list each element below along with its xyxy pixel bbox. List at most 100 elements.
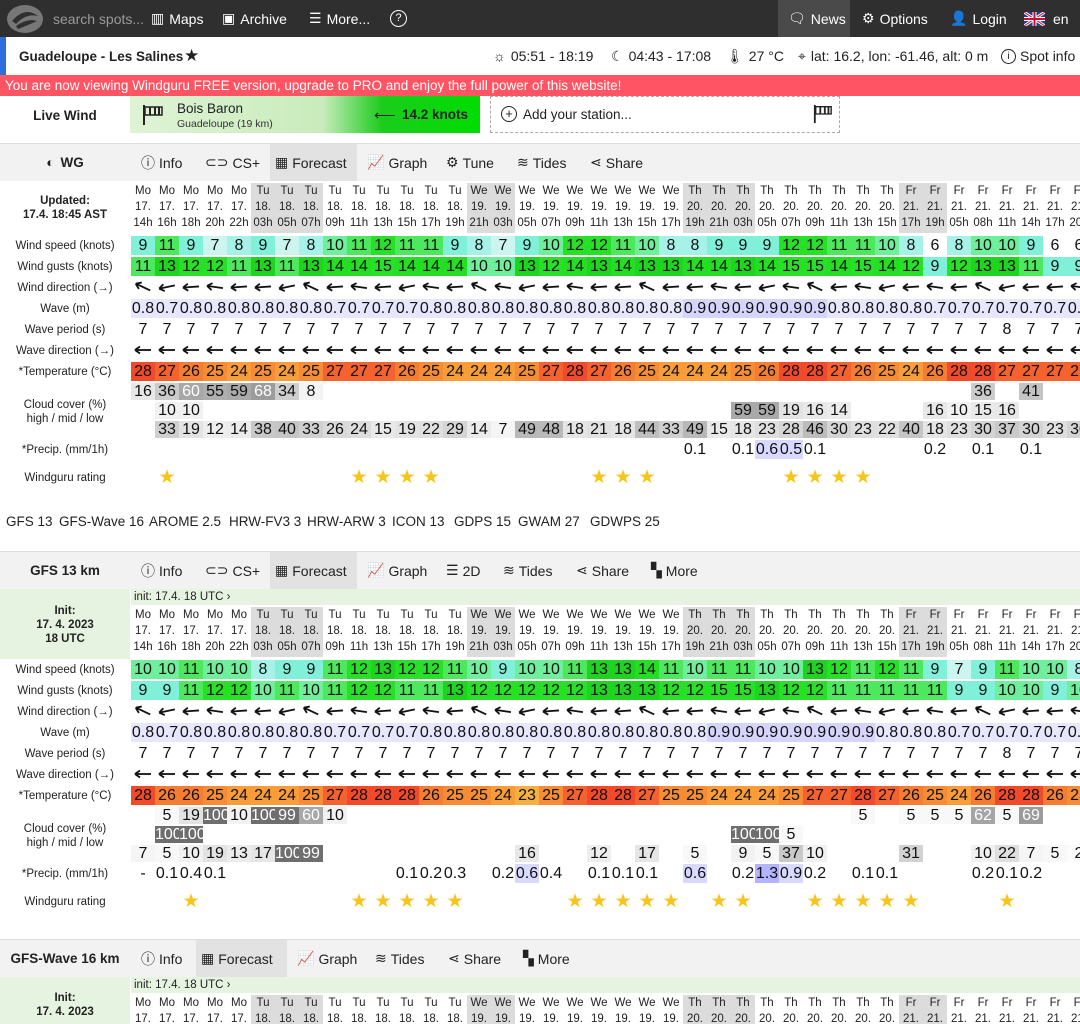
wind-gust-cell: 9 — [155, 681, 179, 700]
model-link-gdwps[interactable]: GDWPS 25 — [590, 514, 660, 529]
tab-label: Tides — [532, 154, 567, 171]
model-link-gwam[interactable]: GWAM 27 — [518, 514, 580, 529]
wave-period-cell: 7 — [563, 320, 587, 339]
wind-direction-arrow — [539, 701, 563, 721]
tab-share[interactable]: ⋖ Share — [585, 144, 648, 181]
tab-forecast[interactable]: ▦ Forecast — [270, 552, 357, 589]
live-station-card[interactable]: Bois Baron Guadeloupe (19 km) ⟵ 14.2 kno… — [130, 96, 480, 133]
tab-info[interactable]: ⓘ Info — [136, 552, 187, 589]
tab-info[interactable]: ⓘ Info — [136, 144, 187, 181]
time-column-header: Fr 21. 05h — [949, 609, 969, 653]
tab-graph[interactable]: 📈 Graph — [362, 552, 432, 589]
model-link-icon[interactable]: ICON 13 — [392, 514, 445, 529]
info-icon: ⓘ — [141, 950, 155, 967]
wave-period-cell: 7 — [155, 320, 179, 339]
cloud-cover-cell: 68 — [251, 383, 275, 400]
login-button[interactable]: 👤 Login — [950, 0, 1007, 37]
time-column-header: Fr 21. 19h — [923, 183, 947, 233]
more-menu-button[interactable]: ☰ More... — [309, 0, 370, 37]
tab-2d[interactable]: ☰ 2D — [441, 552, 485, 589]
precipitation-cell: 0.2 — [731, 864, 755, 883]
wave-label: Wave (m) — [40, 302, 90, 315]
search-input[interactable]: search spots... — [53, 0, 144, 37]
spot-info-button[interactable]: i Spot info — [1001, 37, 1075, 75]
cloud-cover-cell: 23 — [947, 421, 971, 438]
wave-height-cell: 0.9 — [779, 723, 803, 742]
model-link-gfs-wave[interactable]: GFS-Wave 16 — [59, 514, 144, 529]
tab-share[interactable]: ⋖ Share — [443, 940, 506, 977]
wind-direction-arrow — [731, 701, 755, 721]
cloud-cover-cell: 10 — [179, 845, 203, 862]
maps-button[interactable]: ▥ Maps — [151, 0, 203, 37]
wave-period-cell: 7 — [1019, 744, 1043, 763]
wind-direction-arrow — [803, 701, 827, 721]
wind-gust-cell: 10 — [299, 681, 323, 700]
cloud-cover-cell: 28 — [779, 421, 803, 438]
favorite-star-icon[interactable]: ★ — [184, 37, 199, 75]
cloud-cover-cell: 5 — [1043, 845, 1067, 862]
wind-speed-cell: 13 — [611, 660, 635, 679]
time-column-header: Tu 18. 19h — [445, 609, 465, 653]
add-station-button[interactable]: + Add your station... — [490, 96, 840, 133]
grid-icon: ▚ — [651, 562, 662, 578]
wave-direction-arrow — [539, 340, 563, 360]
windguru-logo[interactable] — [6, 0, 44, 37]
wind-speed-cell: 11 — [707, 660, 731, 679]
tab-info[interactable]: ⓘ Info — [136, 940, 187, 977]
wind-direction-arrow — [155, 701, 179, 721]
model-link-gfs[interactable]: GFS 13 — [6, 514, 53, 529]
model-link-hrw-fv3[interactable]: HRW-FV3 3 — [229, 514, 301, 529]
tab-more[interactable]: ▚ More — [518, 940, 575, 977]
model-link-arome[interactable]: AROME 2.5 — [149, 514, 221, 529]
wave-direction-arrow — [779, 764, 803, 784]
tab-label: Share — [463, 950, 502, 967]
tab-share[interactable]: ⋖ Share — [571, 552, 634, 589]
tab-forecast[interactable]: ▦ Forecast — [270, 144, 357, 181]
time-column-header: Fr 21. 14h — [1021, 185, 1041, 229]
help-button[interactable]: ? — [390, 0, 407, 37]
tab-cs-plus[interactable]: ⊂⊃ CS+ — [200, 144, 265, 181]
wind-speed-cell: 10 — [1043, 660, 1067, 679]
gfs-init-line[interactable]: init: 17.4. 18 UTC › — [131, 589, 1080, 605]
tab-cs-plus[interactable]: ⊂⊃ CS+ — [200, 552, 265, 589]
wave-height-cell: 0.8 — [299, 299, 323, 318]
wave-height-cell: 0.8 — [467, 723, 491, 742]
2d-icon: ☰ — [446, 562, 459, 578]
cloud-cover-cell: 23 — [755, 421, 779, 438]
time-column-header: Fr21. — [923, 995, 947, 1024]
tab-graph[interactable]: 📈 Graph — [362, 144, 432, 181]
tab-forecast[interactable]: ▦ Forecast — [196, 940, 287, 977]
wind-speed-cell: 12 — [395, 660, 419, 679]
news-button[interactable]: 🗨 News — [778, 0, 850, 37]
time-column-header: We 19. 15h — [637, 609, 657, 653]
wave-height-cell: 0.7 — [1019, 723, 1043, 742]
sun-times-text: 05:51 - 18:19 — [510, 48, 594, 64]
tab-more[interactable]: ▚ More — [646, 552, 703, 589]
wind-direction-arrow — [875, 701, 899, 721]
cloud-cover-cell: 22 — [875, 421, 899, 438]
wave-period-cell: 8 — [995, 744, 1019, 763]
gfswave-init-line[interactable]: init: 17.4. 18 UTC › — [131, 977, 1080, 993]
options-button[interactable]: ⚙ Options — [862, 0, 928, 37]
gfs-title: GFS 13 km — [30, 563, 100, 578]
wind-direction-arrow — [611, 701, 635, 721]
tab-label: Info — [159, 562, 183, 579]
model-link-hrw-arw[interactable]: HRW-ARW 3 — [307, 514, 386, 529]
tab-tides[interactable]: ≋ Tides — [512, 144, 571, 181]
tab-tune[interactable]: ⚙ Tune — [441, 144, 499, 181]
wave-period-cell: 7 — [851, 744, 875, 763]
wave-period-cell: 7 — [347, 320, 371, 339]
tab-graph[interactable]: 📈 Graph — [292, 940, 362, 977]
tab-tides[interactable]: ≋ Tides — [498, 552, 557, 589]
time-column-header: Tu 18. — [351, 997, 367, 1024]
tab-tides[interactable]: ≋ Tides — [370, 940, 429, 977]
model-link-gdps[interactable]: GDPS 15 — [454, 514, 511, 529]
wave-direction-arrow — [803, 340, 827, 360]
language-button[interactable]: en — [1024, 0, 1069, 37]
time-column-header: Tu 18. 15h — [397, 609, 417, 653]
temperature-cell: 25 — [875, 362, 899, 381]
upgrade-banner[interactable]: You are now viewing Windguru FREE versio… — [0, 75, 1080, 96]
wind-direction-arrow — [371, 277, 395, 297]
temperature-cell: 27 — [803, 786, 827, 805]
archive-button[interactable]: ▣ Archive — [222, 0, 287, 37]
